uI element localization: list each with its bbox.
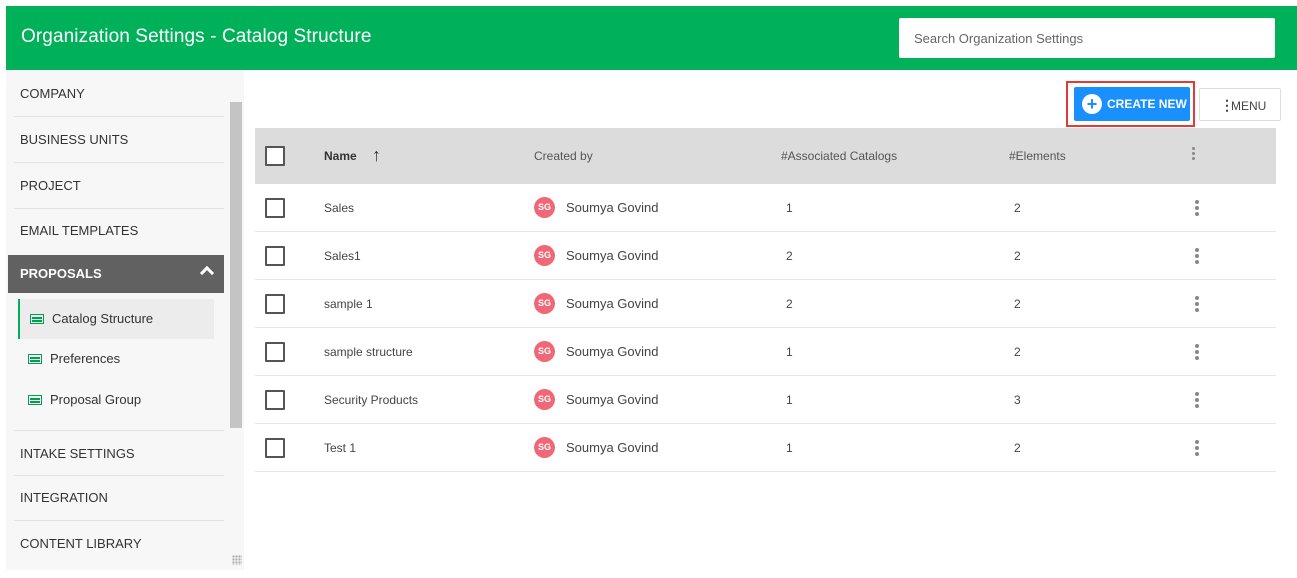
row-name[interactable]: Test 1 <box>324 441 356 455</box>
sidebar-item-proposals[interactable]: PROPOSALS <box>8 255 224 293</box>
row-checkbox[interactable] <box>265 246 285 266</box>
table-row[interactable]: Sales1 SG Soumya Govind 2 2 <box>255 232 1276 280</box>
row-name[interactable]: Sales <box>324 201 354 215</box>
column-header-elements[interactable]: #Elements <box>1009 149 1066 163</box>
row-checkbox[interactable] <box>265 198 285 218</box>
row-associated-catalogs: 2 <box>786 249 793 263</box>
table-row[interactable]: Sales SG Soumya Govind 1 2 <box>255 184 1276 232</box>
table-row[interactable]: sample structure SG Soumya Govind 1 2 <box>255 328 1276 376</box>
sidebar-subitem-proposal-group[interactable]: Proposal Group <box>18 380 214 420</box>
app-header: Organization Settings - Catalog Structur… <box>6 6 1297 70</box>
menu-button[interactable]: ⋮ MENU <box>1199 88 1281 121</box>
group-icon <box>28 395 42 405</box>
row-elements: 2 <box>1014 297 1021 311</box>
table-row[interactable]: Security Products SG Soumya Govind 1 3 <box>255 376 1276 424</box>
plus-circle-icon: + <box>1082 94 1102 114</box>
row-elements: 3 <box>1014 393 1021 407</box>
row-elements: 2 <box>1014 441 1021 455</box>
chevron-up-icon <box>199 265 215 281</box>
sidebar-item-content-library[interactable]: CONTENT LIBRARY <box>14 521 224 567</box>
avatar: SG <box>534 293 555 314</box>
row-checkbox[interactable] <box>265 342 285 362</box>
sidebar-scrollbar[interactable] <box>230 102 242 428</box>
row-actions-icon[interactable] <box>1192 296 1202 314</box>
create-new-label: CREATE NEW <box>1107 97 1187 111</box>
avatar: SG <box>534 389 555 410</box>
table-row[interactable]: sample 1 SG Soumya Govind 2 2 <box>255 280 1276 328</box>
resize-grip-icon[interactable] <box>232 555 242 565</box>
sidebar-item-label: PROPOSALS <box>20 266 102 281</box>
table-row[interactable]: Test 1 SG Soumya Govind 1 2 <box>255 424 1276 472</box>
sidebar: COMPANY BUSINESS UNITS PROJECT EMAIL TEM… <box>6 70 244 570</box>
row-actions-icon[interactable] <box>1192 248 1202 266</box>
avatar: SG <box>534 197 555 218</box>
sidebar-subitem-preferences[interactable]: Preferences <box>18 339 214 379</box>
avatar: SG <box>534 437 555 458</box>
page-title: Organization Settings - Catalog Structur… <box>21 26 372 47</box>
sidebar-subitem-label: Proposal Group <box>50 392 142 407</box>
column-options-icon[interactable] <box>1188 147 1198 162</box>
row-name[interactable]: sample structure <box>324 345 413 359</box>
row-name[interactable]: sample 1 <box>324 297 373 311</box>
row-elements: 2 <box>1014 345 1021 359</box>
column-header-name[interactable]: Name <box>324 149 357 163</box>
row-actions-icon[interactable] <box>1192 440 1202 458</box>
row-associated-catalogs: 2 <box>786 297 793 311</box>
sidebar-subitem-label: Catalog Structure <box>52 311 154 326</box>
row-created-by: Soumya Govind <box>566 200 659 215</box>
column-header-created-by[interactable]: Created by <box>534 149 593 163</box>
row-created-by: Soumya Govind <box>566 392 659 407</box>
row-elements: 2 <box>1014 249 1021 263</box>
create-new-button[interactable]: + CREATE NEW <box>1074 87 1190 121</box>
row-created-by: Soumya Govind <box>566 344 659 359</box>
row-associated-catalogs: 1 <box>786 441 793 455</box>
sidebar-subitem-label: Preferences <box>50 351 121 366</box>
sidebar-item-intake-settings[interactable]: INTAKE SETTINGS <box>14 430 224 476</box>
row-created-by: Soumya Govind <box>566 440 659 455</box>
card-icon <box>28 354 42 364</box>
row-associated-catalogs: 1 <box>786 393 793 407</box>
sidebar-item-email-templates[interactable]: EMAIL TEMPLATES <box>14 208 224 254</box>
sidebar-subitem-catalog-structure[interactable]: Catalog Structure <box>18 299 214 339</box>
row-elements: 2 <box>1014 201 1021 215</box>
sidebar-item-business-units[interactable]: BUSINESS UNITS <box>14 117 224 163</box>
row-created-by: Soumya Govind <box>566 296 659 311</box>
row-actions-icon[interactable] <box>1192 392 1202 410</box>
menu-label: MENU <box>1231 99 1267 113</box>
row-name[interactable]: Sales1 <box>324 249 361 263</box>
avatar: SG <box>534 341 555 362</box>
row-checkbox[interactable] <box>265 438 285 458</box>
row-name[interactable]: Security Products <box>324 393 418 407</box>
row-checkbox[interactable] <box>265 294 285 314</box>
sort-ascending-icon[interactable]: ↑ <box>372 146 381 164</box>
row-actions-icon[interactable] <box>1192 344 1202 362</box>
row-actions-icon[interactable] <box>1192 200 1202 218</box>
table-header: Name ↑ Created by #Associated Catalogs #… <box>255 128 1276 184</box>
sidebar-item-integration[interactable]: INTEGRATION <box>14 475 224 521</box>
sidebar-item-company[interactable]: COMPANY <box>14 71 224 117</box>
search-input[interactable] <box>899 18 1275 58</box>
row-associated-catalogs: 1 <box>786 345 793 359</box>
select-all-checkbox[interactable] <box>265 146 285 166</box>
row-associated-catalogs: 1 <box>786 201 793 215</box>
sidebar-item-project[interactable]: PROJECT <box>14 163 224 209</box>
list-icon <box>30 314 44 324</box>
avatar: SG <box>534 245 555 266</box>
row-created-by: Soumya Govind <box>566 248 659 263</box>
column-header-associated-catalogs[interactable]: #Associated Catalogs <box>781 149 897 163</box>
row-checkbox[interactable] <box>265 390 285 410</box>
